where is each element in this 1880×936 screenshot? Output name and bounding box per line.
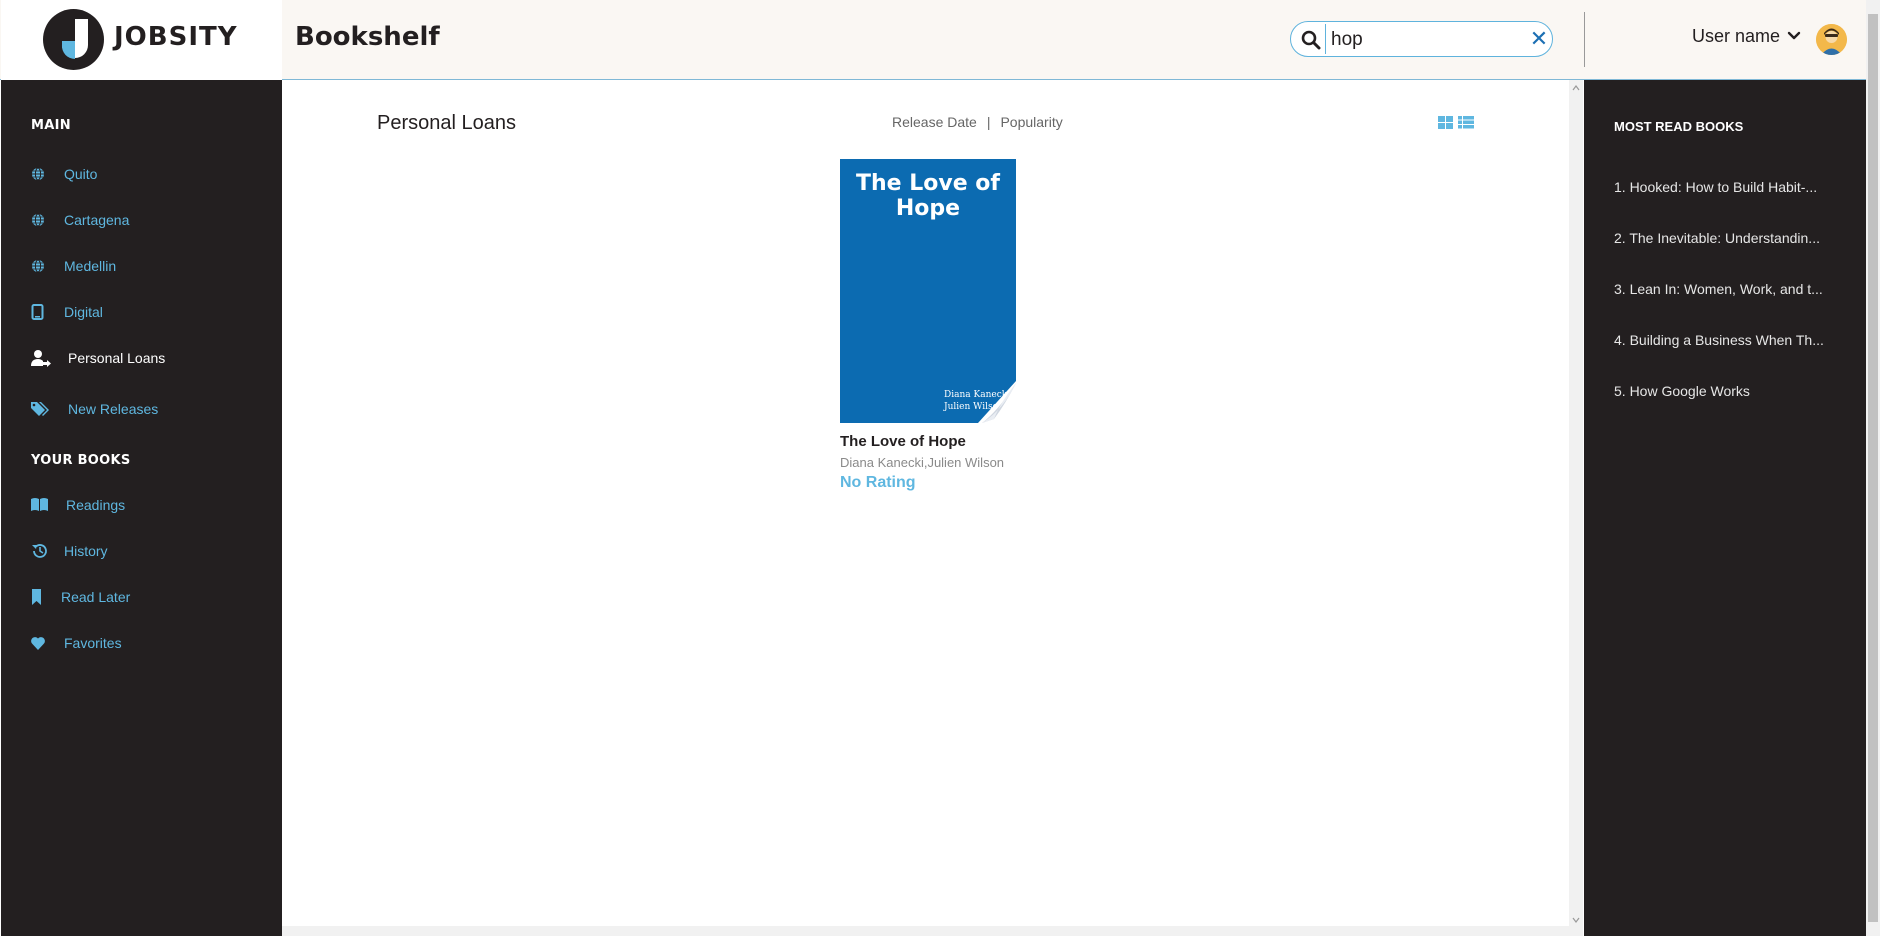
page-scrollbar[interactable] <box>1866 0 1880 936</box>
search-icon[interactable] <box>1301 30 1321 50</box>
main-section-heading: MAIN <box>31 118 71 133</box>
globe-icon <box>32 167 44 181</box>
book-authors: Diana Kanecki,Julien Wilson <box>840 455 1005 470</box>
scroll-up-icon[interactable] <box>1572 84 1580 92</box>
left-sidebar: MAIN Quito Cartagena Medellin Digital Pe… <box>1 80 282 936</box>
sort-separator: | <box>986 114 991 130</box>
most-read-heading: MOST READ BOOKS <box>1614 119 1744 134</box>
book-card[interactable]: The Love of Hope Diana Kanecki Julien Wi… <box>840 159 1020 492</box>
list-view-icon[interactable] <box>1458 115 1474 131</box>
heart-icon <box>31 637 45 650</box>
clear-search-icon[interactable]: ✕ <box>1527 28 1551 52</box>
sidebar-item-label: Cartagena <box>64 212 130 228</box>
your-books-section-heading: YOUR BOOKS <box>31 453 131 468</box>
user-share-icon <box>31 350 51 367</box>
chevron-down-icon[interactable] <box>1786 28 1802 44</box>
sidebar-item-label: Personal Loans <box>68 350 166 366</box>
most-read-item[interactable]: 5. How Google Works <box>1614 383 1854 399</box>
scroll-down-icon[interactable] <box>1572 916 1580 924</box>
book-title[interactable]: The Love of Hope <box>840 433 1020 450</box>
sidebar-item-favorites[interactable]: Favorites <box>31 631 122 655</box>
tags-icon <box>31 402 49 416</box>
sidebar-item-label: Favorites <box>64 635 122 651</box>
book-rating: No Rating <box>840 474 916 491</box>
sidebar-item-read-later[interactable]: Read Later <box>31 585 130 609</box>
sidebar-item-label: Quito <box>64 166 98 182</box>
sidebar-item-label: History <box>64 543 108 559</box>
grid-view-icon[interactable] <box>1438 115 1454 131</box>
sidebar-item-cartagena[interactable]: Cartagena <box>31 208 129 232</box>
globe-icon <box>32 259 44 273</box>
bookmark-icon <box>32 589 41 605</box>
user-menu-name[interactable]: User name <box>1692 26 1780 47</box>
horizontal-scrollbar[interactable] <box>282 926 1569 936</box>
app-title: Bookshelf <box>295 22 440 52</box>
sidebar-item-label: Readings <box>66 497 126 513</box>
search-input[interactable] <box>1331 28 1521 52</box>
sort-release-date[interactable]: Release Date <box>892 114 977 130</box>
header-divider <box>1584 12 1585 67</box>
sidebar-item-personal-loans[interactable]: Personal Loans <box>31 346 165 370</box>
most-read-item[interactable]: 3. Lean In: Women, Work, and t... <box>1614 281 1854 297</box>
logo[interactable]: JOBSITY <box>1 0 282 80</box>
sidebar-item-label: Digital <box>64 304 103 320</box>
search-box: ✕ <box>1290 21 1553 57</box>
main-content: Personal Loans Release Date | Popularity T… <box>282 80 1569 936</box>
sidebar-item-digital[interactable]: Digital <box>31 300 103 324</box>
page-scrollbar-thumb[interactable] <box>1868 14 1878 922</box>
globe-icon <box>32 213 44 227</box>
search-divider <box>1325 24 1326 54</box>
sidebar-item-quito[interactable]: Quito <box>31 162 97 186</box>
most-read-item[interactable]: 2. The Inevitable: Understandin... <box>1614 230 1854 246</box>
sidebar-item-label: New Releases <box>68 401 159 417</box>
history-icon <box>32 544 47 558</box>
book-cover[interactable]: The Love of Hope Diana Kanecki Julien Wi… <box>840 159 1016 423</box>
page-title: Personal Loans <box>377 112 516 134</box>
most-read-item[interactable]: 1. Hooked: How to Build Habit-... <box>1614 179 1854 195</box>
sidebar-item-label: Medellin <box>64 258 117 274</box>
main-scrollbar[interactable] <box>1569 80 1583 936</box>
logo-mark-icon <box>43 9 104 70</box>
sidebar-item-new-releases[interactable]: New Releases <box>31 397 158 421</box>
sort-popularity[interactable]: Popularity <box>1000 114 1062 130</box>
book-open-icon <box>31 498 48 511</box>
sidebar-item-label: Read Later <box>61 589 131 605</box>
sidebar-item-history[interactable]: History <box>31 539 108 563</box>
page-curl-icon <box>978 381 1016 423</box>
cover-title: The Love of Hope <box>856 171 1000 221</box>
most-read-item[interactable]: 4. Building a Business When Th... <box>1614 332 1854 348</box>
sidebar-item-readings[interactable]: Readings <box>31 493 125 517</box>
logo-text: JOBSITY <box>114 22 238 52</box>
right-sidebar: MOST READ BOOKS 1. Hooked: How to Build … <box>1584 80 1866 936</box>
tablet-icon <box>31 304 44 320</box>
sidebar-item-medellin[interactable]: Medellin <box>31 254 116 278</box>
top-header: JOBSITY Bookshelf ✕ User name <box>0 0 1866 80</box>
sort-bar: Release Date | Popularity <box>892 114 1063 130</box>
avatar[interactable] <box>1816 24 1847 55</box>
